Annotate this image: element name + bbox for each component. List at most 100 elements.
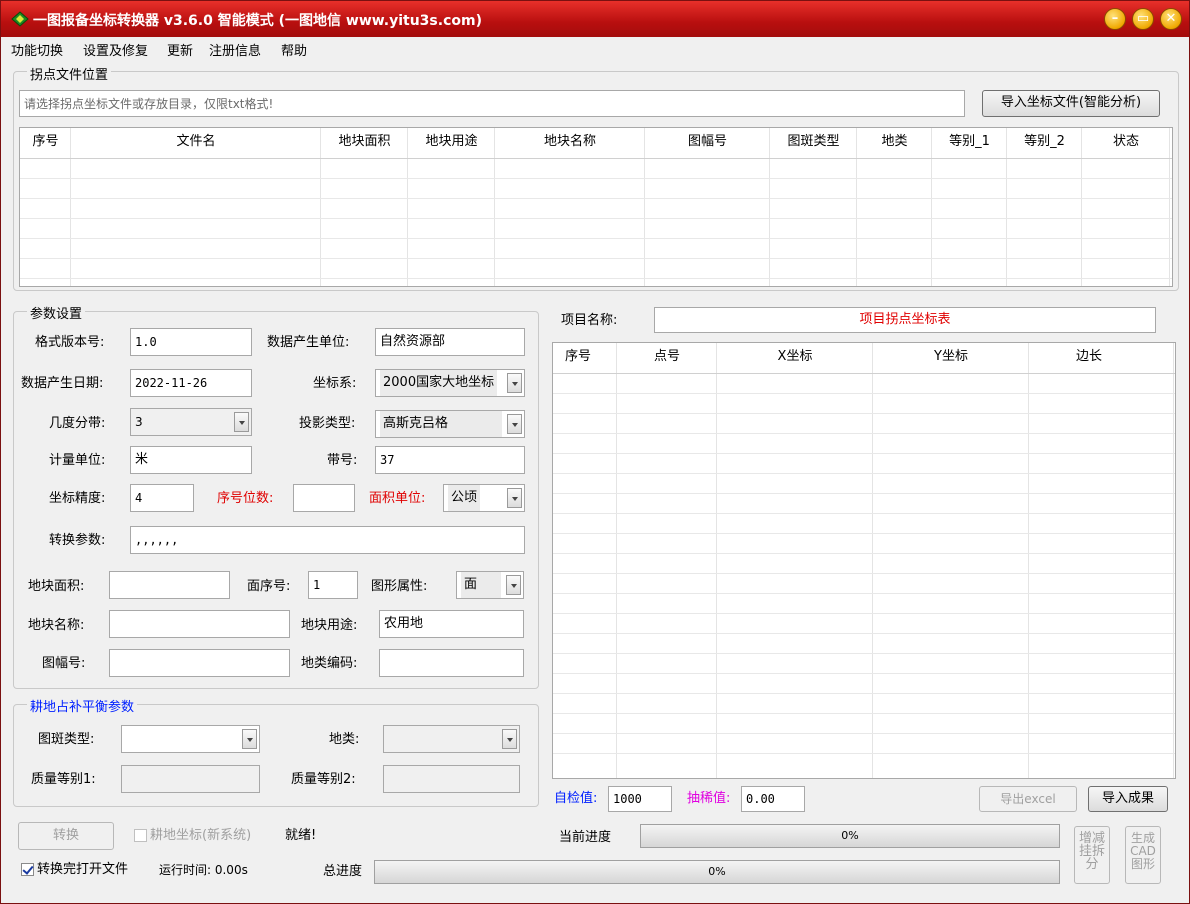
open-after-convert-checkbox[interactable]	[21, 863, 34, 876]
projection-value: 高斯克吕格	[380, 411, 502, 437]
col-header-patch-type[interactable]: 图斑类型	[770, 128, 857, 156]
col-header-side-length[interactable]: 边长	[1029, 343, 1149, 371]
shape-attr-value: 面	[461, 572, 501, 598]
total-progress-bar: 0%	[374, 860, 1060, 884]
parcel-use-input[interactable]: 农用地	[379, 610, 524, 638]
import-coord-file-button[interactable]: 导入坐标文件(智能分析)	[982, 90, 1160, 117]
format-version-input[interactable]: 1.0	[130, 328, 252, 356]
chevron-down-icon[interactable]	[507, 373, 522, 393]
total-progress-label: 总进度	[323, 864, 363, 879]
project-name-input[interactable]: 项目拐点坐标表	[654, 307, 1156, 333]
area-unit-label: 面积单位:	[369, 491, 426, 506]
balance-landclass-select[interactable]	[383, 725, 520, 753]
project-name-label: 项目名称:	[561, 313, 618, 328]
col-header-grade1[interactable]: 等别_1	[932, 128, 1007, 156]
title-bar[interactable]: 一图报备坐标转换器 v3.6.0 智能模式 (一图地信 www.yitu3s.c…	[1, 1, 1189, 37]
menu-help[interactable]: 帮助	[281, 40, 307, 59]
zone-no-input[interactable]: 37	[375, 446, 525, 474]
col-header-use[interactable]: 地块用途	[408, 128, 495, 156]
shape-attr-select[interactable]: 面	[456, 571, 524, 599]
farmland-coord-checkbox[interactable]	[134, 829, 147, 842]
col-header-x[interactable]: X坐标	[717, 343, 873, 371]
minimize-button[interactable]: –	[1104, 8, 1126, 30]
chevron-down-icon[interactable]	[234, 412, 249, 432]
quality1-input[interactable]	[121, 765, 260, 793]
data-unit-label: 数据产生单位:	[267, 335, 350, 350]
data-unit-input[interactable]: 自然资源部	[375, 328, 525, 356]
face-no-input[interactable]: 1	[308, 571, 358, 599]
transform-input[interactable]: ,,,,,,	[130, 526, 525, 554]
precision-input[interactable]: 4	[130, 484, 194, 512]
patch-type-label: 图斑类型:	[38, 732, 95, 747]
menu-update[interactable]: 更新	[167, 40, 193, 59]
col-header-area[interactable]: 地块面积	[321, 128, 408, 156]
parcel-name-input[interactable]	[109, 610, 290, 638]
unit-label: 计量单位:	[49, 453, 106, 468]
area-unit-value: 公顷	[448, 485, 481, 511]
parcel-area-label: 地块面积:	[28, 579, 85, 594]
current-progress-label: 当前进度	[559, 830, 612, 845]
col-header-y[interactable]: Y坐标	[873, 343, 1029, 371]
file-path-input[interactable]: 请选择拐点坐标文件或存放目录，仅限txt格式!	[19, 90, 965, 117]
col-header-filename[interactable]: 文件名	[71, 128, 321, 156]
farmland-coord-checkbox-label[interactable]: 耕地坐标(新系统)	[150, 828, 251, 844]
landclass-code-label: 地类编码:	[301, 656, 358, 671]
projection-label: 投影类型:	[299, 416, 356, 431]
chevron-down-icon[interactable]	[507, 414, 522, 434]
col-header-seq[interactable]: 序号	[553, 343, 603, 371]
col-header-sheet-no[interactable]: 图幅号	[645, 128, 770, 156]
menu-function-switch[interactable]: 功能切换	[11, 40, 63, 59]
coord-sys-select[interactable]: 2000国家大地坐标	[375, 369, 525, 397]
col-header-landclass[interactable]: 地类	[857, 128, 932, 156]
landclass-code-input[interactable]	[379, 649, 524, 677]
file-table[interactable]: 序号 文件名 地块面积 地块用途 地块名称 图幅号 图斑类型 地类 等别_1 等…	[19, 127, 1173, 287]
zone-type-value: 3	[135, 415, 143, 429]
close-button[interactable]: ✕	[1160, 8, 1182, 30]
split-button[interactable]: 增减挂拆分	[1074, 826, 1110, 884]
sheet-no-input[interactable]	[109, 649, 290, 677]
projection-select[interactable]: 高斯克吕格	[375, 410, 525, 438]
run-time-text: 运行时间: 0.00s	[159, 863, 248, 877]
maximize-button[interactable]: ▭	[1132, 8, 1154, 30]
quality2-input[interactable]	[383, 765, 520, 793]
coord-sys-label: 坐标系:	[313, 376, 357, 391]
thin-label: 抽稀值:	[687, 791, 731, 806]
self-check-label: 自检值:	[554, 791, 598, 806]
seq-digits-label: 序号位数:	[217, 491, 274, 506]
area-unit-select[interactable]: 公顷	[443, 484, 525, 512]
col-header-status[interactable]: 状态	[1082, 128, 1170, 156]
file-location-label: 拐点文件位置	[27, 64, 112, 83]
thin-input[interactable]: 0.00	[741, 786, 805, 812]
chevron-down-icon[interactable]	[507, 488, 522, 508]
farmland-balance-label: 耕地占补平衡参数	[27, 696, 138, 715]
zone-type-label: 几度分带:	[49, 416, 106, 431]
col-header-point-no[interactable]: 点号	[617, 343, 717, 371]
parcel-area-input[interactable]	[109, 571, 230, 599]
seq-digits-input[interactable]	[293, 484, 355, 512]
sheet-no-label: 图幅号:	[42, 656, 86, 671]
convert-button[interactable]: 转换	[18, 822, 114, 850]
open-after-convert-label[interactable]: 转换完打开文件	[37, 862, 128, 878]
chevron-down-icon[interactable]	[506, 575, 521, 595]
data-date-input[interactable]: 2022-11-26	[130, 369, 252, 397]
zone-no-label: 带号:	[327, 453, 358, 468]
generate-cad-button[interactable]: 生成CAD图形	[1125, 826, 1161, 884]
coord-table[interactable]: 序号 点号 X坐标 Y坐标 边长	[552, 342, 1176, 779]
zone-type-select[interactable]: 3	[130, 408, 252, 436]
menu-registration[interactable]: 注册信息	[209, 40, 261, 59]
unit-input[interactable]: 米	[130, 446, 252, 474]
import-result-button[interactable]: 导入成果	[1088, 786, 1168, 812]
menu-settings-repair[interactable]: 设置及修复	[83, 40, 148, 59]
current-progress-text: 0%	[841, 829, 859, 842]
col-header-parcel-name[interactable]: 地块名称	[495, 128, 645, 156]
col-header-grade2[interactable]: 等别_2	[1007, 128, 1082, 156]
export-excel-button[interactable]: 导出excel	[979, 786, 1077, 812]
quality2-label: 质量等别2:	[291, 772, 356, 787]
shape-attr-label: 图形属性:	[371, 579, 428, 594]
chevron-down-icon[interactable]	[502, 729, 517, 749]
patch-type-select[interactable]	[121, 725, 260, 753]
col-header-seq[interactable]: 序号	[20, 128, 71, 156]
self-check-input[interactable]: 1000	[608, 786, 672, 812]
status-text: 就绪!	[285, 828, 317, 843]
chevron-down-icon[interactable]	[242, 729, 257, 749]
